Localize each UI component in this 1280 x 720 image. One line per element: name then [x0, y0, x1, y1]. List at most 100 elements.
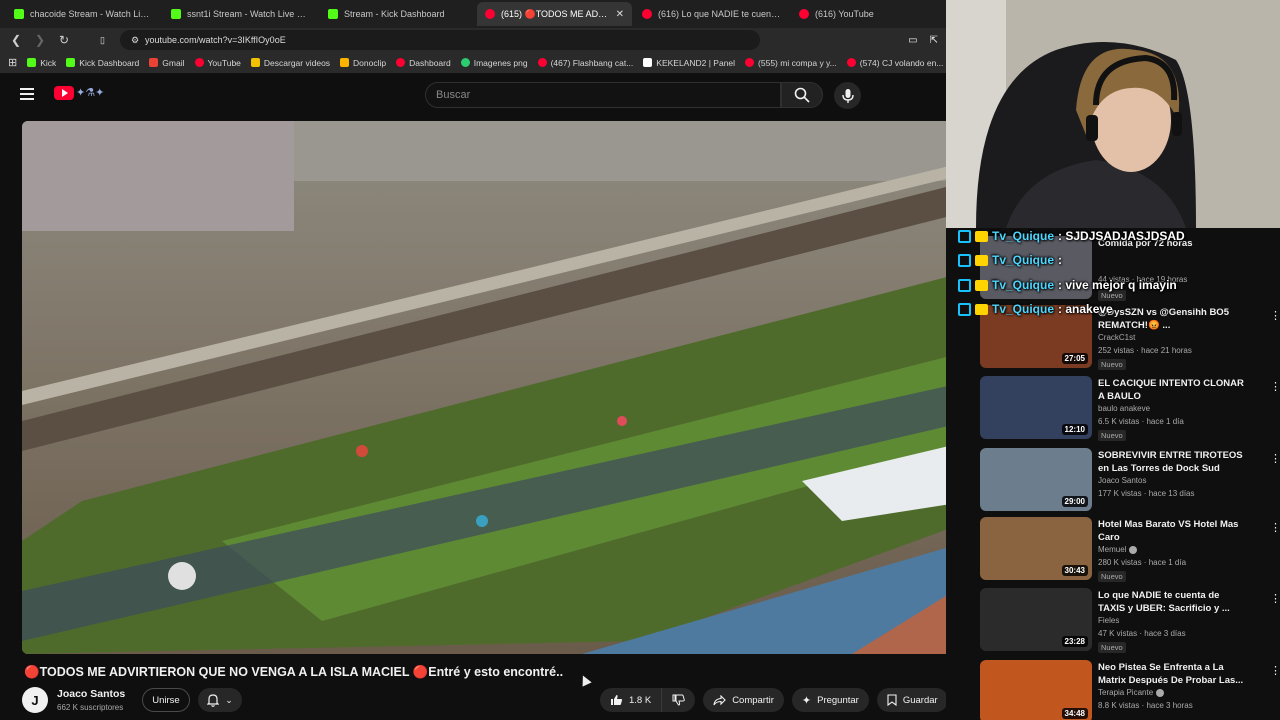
recommendation-channel[interactable]: baulo anakeve [1098, 404, 1150, 413]
menu-icon[interactable] [20, 88, 34, 100]
voice-search-button[interactable] [834, 82, 861, 109]
bookmark-label: YouTube [207, 57, 241, 68]
more-vertical-icon[interactable]: ⋮ [1270, 592, 1280, 605]
new-badge: Nuevo [1098, 571, 1126, 582]
recommendation-channel[interactable]: Memuel [1098, 545, 1138, 554]
more-vertical-icon[interactable]: ⋮ [1270, 521, 1280, 534]
recommendation-item[interactable]: 30:43 Hotel Mas Barato VS Hotel Mas Caro… [980, 517, 1280, 585]
share-icon[interactable]: ⇱ [930, 35, 938, 46]
join-button[interactable]: Unirse [142, 688, 190, 712]
thumbnail[interactable]: 34:48 [980, 660, 1092, 720]
bookmark-favicon-icon [643, 58, 653, 67]
recommendation-title[interactable]: @DysSZN vs @Gensihh BO5 REMATCH!😡 ... [1098, 307, 1248, 332]
bookmark-item[interactable]: Imagenes png [460, 58, 528, 68]
bookmark-item[interactable]: Dashboard [396, 58, 451, 68]
bookmark-item[interactable]: (574) CJ volando en... [846, 58, 943, 68]
recommendation-meta: 280 K vistas · hace 1 día [1098, 558, 1187, 567]
chat-message: Tv_Quique : [958, 251, 1062, 269]
bookmark-item[interactable]: YouTube [194, 57, 241, 68]
channel-avatar[interactable]: J [22, 687, 48, 713]
subscriber-badge-icon [975, 230, 988, 242]
browser-tab[interactable]: chacoide Stream - Watch Live on [6, 2, 161, 26]
ask-button[interactable]: ✦ Preguntar [791, 688, 869, 712]
new-badge: Nuevo [1098, 359, 1126, 370]
more-vertical-icon[interactable]: ⋮ [1270, 664, 1280, 677]
thumbnail[interactable]: 30:43 [980, 517, 1092, 580]
thumbnail[interactable]: 29:00 [980, 448, 1092, 511]
tab-title: chacoide Stream - Watch Live on [30, 9, 153, 19]
bell-icon [207, 693, 220, 707]
cast-icon[interactable]: ▭ [908, 35, 917, 46]
bookmark-favicon-icon [460, 58, 470, 67]
channel-label: Terapia Picante [1098, 688, 1154, 697]
bookmark-item[interactable]: Donoclip [340, 58, 386, 68]
browser-tab[interactable]: (616) YouTube [791, 2, 946, 26]
browser-tab-bar: chacoide Stream - Watch Live on ssnt1i S… [0, 0, 946, 28]
bookmark-icon[interactable]: ▯ [100, 35, 105, 46]
thumbs-down-icon [672, 694, 685, 706]
like-button[interactable]: 1.8 K [600, 688, 663, 712]
youtube-icon [799, 9, 809, 19]
site-info-icon[interactable]: ⚙ [131, 35, 139, 46]
more-vertical-icon[interactable]: ⋮ [1270, 452, 1280, 465]
browser-tab-active[interactable]: (615) 🔴TODOS ME ADVIRTIE ✕ [477, 2, 632, 26]
recommendation-meta: 6.5 K vistas · hace 1 día [1098, 417, 1184, 426]
recommendation-title[interactable]: Lo que NADIE te cuenta de TAXIS y UBER: … [1098, 590, 1248, 615]
chat-text: : anakeve [1058, 302, 1113, 316]
recommendation-title[interactable]: Hotel Mas Barato VS Hotel Mas Caro [1098, 519, 1248, 544]
recommendation-channel[interactable]: Fieles [1098, 616, 1119, 625]
moderator-badge-icon [958, 302, 971, 316]
recommendation-title[interactable]: Neo Pistea Se Enfrenta a La Matrix Despu… [1098, 662, 1248, 687]
recommendation-channel[interactable]: CrackC1st [1098, 333, 1135, 342]
forward-icon[interactable]: ❯ [32, 32, 48, 48]
recommendation-item[interactable]: 23:28 Lo que NADIE te cuenta de TAXIS y … [980, 588, 1280, 656]
avatar-initial: J [31, 692, 39, 708]
channel-name[interactable]: Joaco Santos [57, 688, 125, 700]
save-button[interactable]: Guardar [876, 688, 948, 712]
youtube-logo-icon[interactable] [54, 86, 74, 100]
close-icon[interactable]: ✕ [616, 9, 624, 20]
bookmark-item[interactable]: Kick Dashboard [66, 58, 139, 68]
bookmark-item[interactable]: KEKELAND2 | Panel [643, 58, 735, 68]
bookmark-item[interactable]: Descargar videos [250, 58, 330, 68]
bookmark-item[interactable]: Gmail [149, 58, 185, 68]
more-vertical-icon[interactable]: ⋮ [1270, 380, 1280, 393]
video-player[interactable] [22, 121, 970, 654]
recommendation-item[interactable]: 29:00 SOBREVIVIR ENTRE TIROTEOS en Las T… [980, 448, 1280, 516]
search-placeholder: Buscar [436, 89, 471, 101]
search-input[interactable]: Buscar [425, 82, 781, 108]
chat-message: Tv_Quique : vive mejor q imayin [958, 276, 1177, 294]
recommendation-channel[interactable]: Joaco Santos [1098, 476, 1146, 485]
recommendation-title[interactable]: EL CACIQUE INTENTO CLONAR A BAULO [1098, 378, 1248, 403]
thumbnail[interactable]: 12:10 [980, 376, 1092, 439]
browser-tab[interactable]: (616) Lo que NADIE te cuenta de TA [634, 2, 789, 26]
share-button[interactable]: Compartir [703, 688, 784, 712]
recommendation-channel[interactable]: Terapia Picante [1098, 688, 1165, 697]
chat-username: Tv_Quique [992, 302, 1055, 316]
sparkle-icon: ✦ [801, 694, 812, 707]
bookmark-item[interactable]: Kick [27, 58, 56, 68]
search-icon [794, 87, 810, 103]
recommendation-item[interactable]: 34:48 Neo Pistea Se Enfrenta a La Matrix… [980, 660, 1280, 720]
recommendation-meta: 47 K vistas · hace 3 días [1098, 629, 1186, 638]
reload-icon[interactable]: ↻ [56, 32, 72, 48]
url-field[interactable]: ▯ ⚙ youtube.com/watch?v=3IKffIOy0oE [100, 30, 760, 50]
bookmark-item[interactable]: (467) Flashbang cat... [537, 58, 633, 68]
thumbs-up-icon [611, 695, 623, 705]
bookmark-favicon-icon [194, 58, 204, 67]
search-button[interactable] [781, 82, 823, 108]
more-vertical-icon[interactable]: ⋮ [1270, 309, 1280, 322]
apps-icon[interactable]: ⊞ [8, 56, 17, 69]
recommendation-title[interactable]: SOBREVIVIR ENTRE TIROTEOS en Las Torres … [1098, 450, 1248, 475]
thumbnail[interactable]: 23:28 [980, 588, 1092, 651]
video-duration: 29:00 [1061, 496, 1088, 507]
browser-tab[interactable]: Stream - Kick Dashboard [320, 2, 475, 26]
back-icon[interactable]: ❮ [8, 32, 24, 48]
notification-button[interactable]: ⌄ [198, 688, 242, 712]
video-duration: 30:43 [1061, 565, 1088, 576]
recommendation-item[interactable]: 12:10 EL CACIQUE INTENTO CLONAR A BAULO … [980, 376, 1280, 444]
subscriber-badge-icon [975, 254, 988, 266]
bookmark-item[interactable]: (555) mi compa y y... [745, 58, 837, 68]
browser-tab[interactable]: ssnt1i Stream - Watch Live on Ki [163, 2, 318, 26]
dislike-button[interactable] [662, 688, 695, 712]
